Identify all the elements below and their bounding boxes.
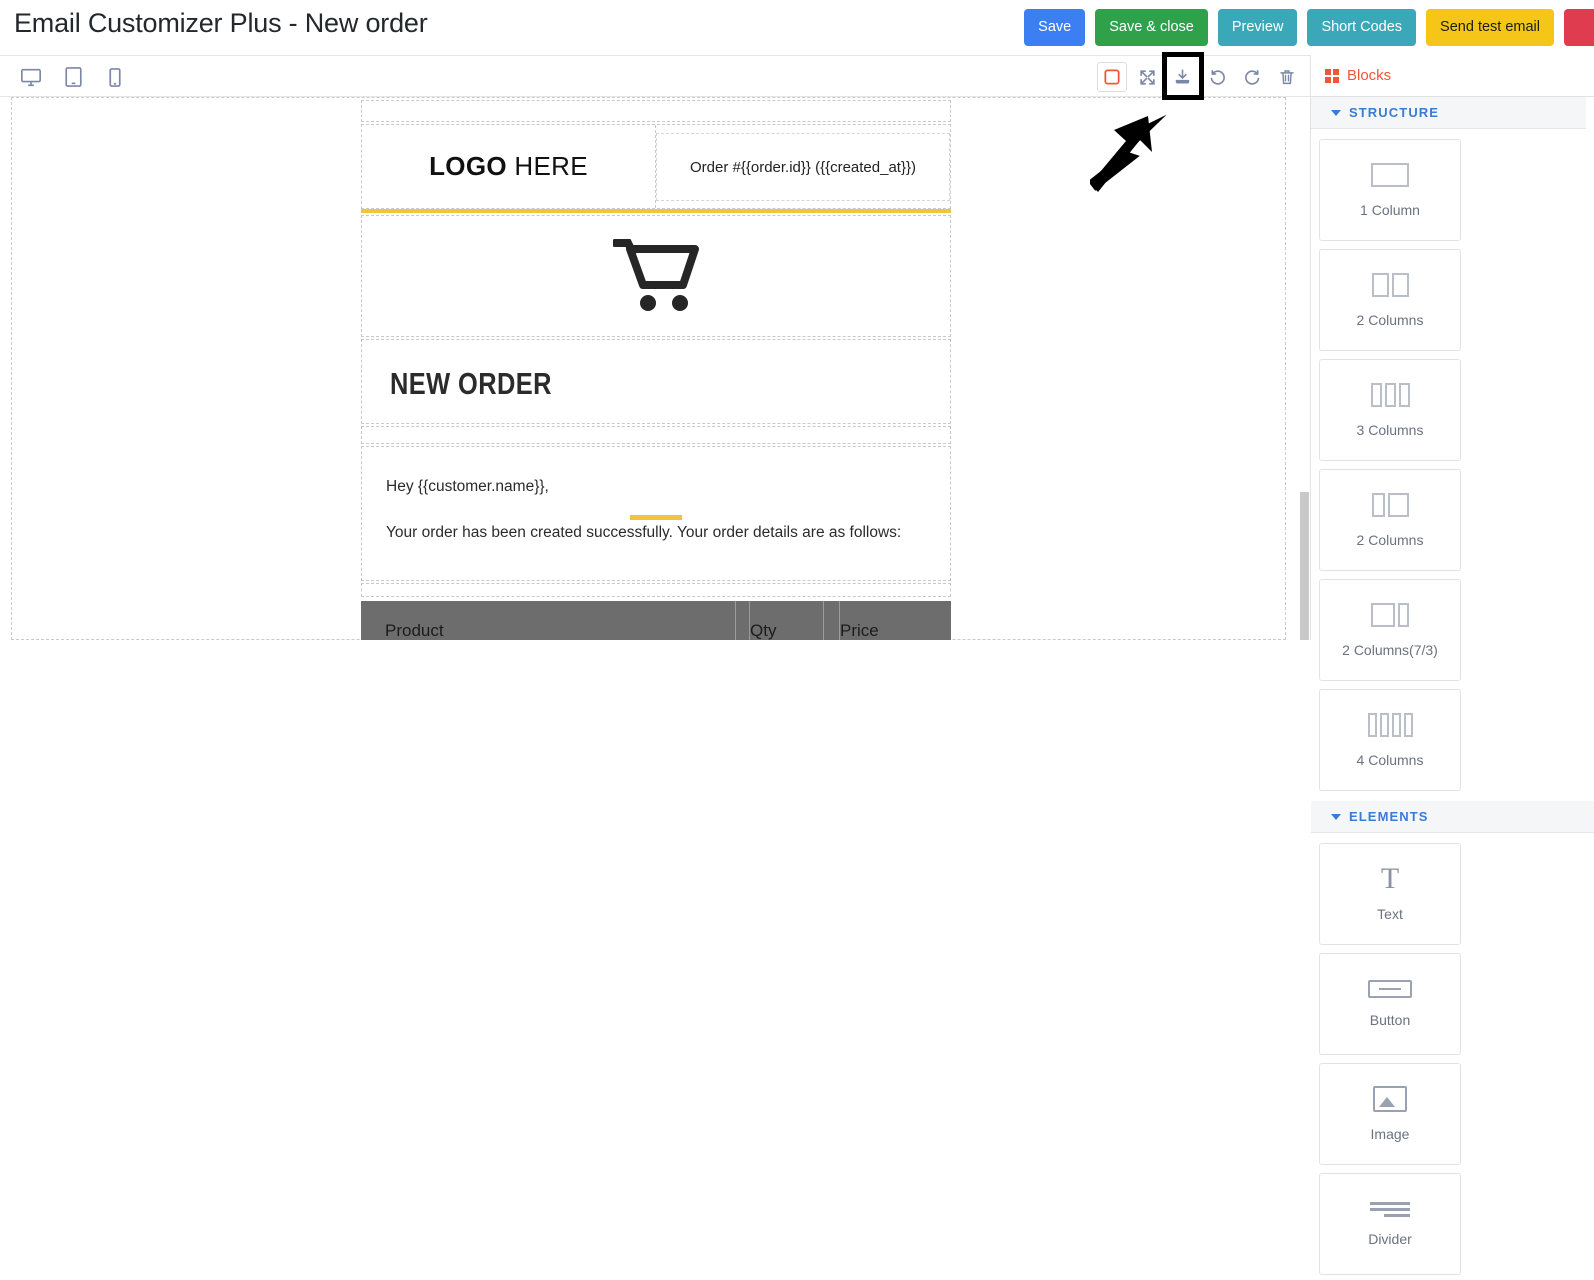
image-icon [1373,1086,1407,1112]
canvas-tools-group [1097,56,1302,98]
structure-tiles: 1 Column 2 Columns 3 Columns 2 Columns 2… [1311,129,1594,801]
elements-tiles: T Text Button Image Divider [1311,833,1594,1280]
order-meta-text: Order #{{order.id}} ({{created_at}}) [689,158,916,176]
table-header-product: Product [385,621,444,640]
block-tile-2-columns-alt[interactable]: 2 Columns [1319,469,1461,571]
reset-button[interactable] [1564,9,1594,46]
block-tile-label: 3 Columns [1356,422,1424,438]
tab-blocks-label: Blocks [1347,67,1392,84]
email-heading: NEW ORDER [390,366,552,401]
two-columns-73-icon [1371,602,1409,628]
canvas-scrollbar[interactable] [1300,97,1309,640]
block-tile-label: 4 Columns [1356,752,1424,768]
element-tile-label: Divider [1368,1230,1412,1247]
element-tile-image[interactable]: Image [1319,1063,1461,1165]
import-template-button[interactable] [1167,62,1197,92]
logo-cell[interactable]: LOGO HERE [362,125,656,208]
element-tile-label: Button [1369,1012,1411,1028]
block-tile-3-columns[interactable]: 3 Columns [1319,359,1461,461]
editor-toolbar [0,55,1310,97]
element-tile-divider[interactable]: Divider [1319,1173,1461,1275]
element-tile-text[interactable]: T Text [1319,843,1461,945]
block-tile-label: 2 Columns [1356,312,1424,328]
chevron-down-icon [1331,109,1341,116]
element-tile-label: Image [1370,1126,1410,1142]
chevron-down-icon [1331,813,1341,820]
block-tile-label: 1 Column [1360,202,1420,218]
block-heading-underline-row[interactable] [361,426,951,520]
greeting-line: Hey {{customer.name}}, [386,478,549,495]
panel-scrollbar[interactable] [1586,97,1594,640]
block-tile-2-columns[interactable]: 2 Columns [1319,249,1461,351]
grid-icon [1325,68,1339,83]
order-meta-cell[interactable]: Order #{{order.id}} ({{created_at}}) [656,133,950,201]
intro-line: Your order has been created successfully… [386,524,902,541]
block-body-spacer[interactable] [361,583,951,597]
text-icon: T [1380,862,1400,895]
one-column-icon [1371,162,1409,188]
table-header-price: Price [839,601,879,640]
block-tile-label: 2 Columns [1356,532,1424,548]
two-columns-icon [1371,272,1409,298]
body-text-inner: Hey {{customer.name}}, Your order has be… [386,477,926,543]
top-bar-actions: Save Save & close Preview Short Codes Se… [1024,9,1594,46]
block-tile-label: 2 Columns(7/3) [1342,642,1438,658]
block-tile-4-columns[interactable]: 4 Columns [1319,689,1461,791]
device-desktop-button[interactable] [16,62,46,92]
block-tile-2-columns-73[interactable]: 2 Columns(7/3) [1319,579,1461,681]
order-items-table-header[interactable]: Product Qty Price [361,601,951,640]
send-test-email-button[interactable]: Send test email [1426,9,1554,46]
canvas-scrollbar-thumb[interactable] [1300,492,1309,640]
table-header-qty: Qty [749,601,776,640]
tab-blocks[interactable]: Blocks [1311,55,1594,97]
device-tablet-button[interactable] [58,62,88,92]
email-canvas[interactable]: LOGO HERE Order #{{order.id}} ({{created… [0,97,1296,640]
page-title: Email Customizer Plus - New order [14,8,428,38]
blocks-panel: Blocks STRUCTURE 1 Column 2 Columns 3 Co… [1310,55,1594,1275]
logo-light: HERE [506,151,588,181]
device-mobile-button[interactable] [100,62,130,92]
section-structure-header[interactable]: STRUCTURE [1311,97,1594,129]
block-top-spacer[interactable] [361,100,951,122]
four-columns-icon [1367,712,1413,738]
two-columns-alt-icon [1371,492,1409,518]
save-button[interactable]: Save [1024,9,1086,46]
preview-button[interactable]: Preview [1217,9,1298,46]
short-codes-button[interactable]: Short Codes [1307,9,1417,46]
block-title[interactable]: NEW ORDER [361,339,951,424]
canvas-body[interactable]: LOGO HERE Order #{{order.id}} ({{created… [11,97,1286,640]
panel-scrollbar-thumb[interactable] [1586,97,1594,397]
element-tile-button[interactable]: Button [1319,953,1461,1055]
block-body-text[interactable]: Hey {{customer.name}}, Your order has be… [361,446,951,581]
logo-bold: LOGO [429,151,507,181]
accent-divider-bar [361,209,951,213]
section-elements-label: ELEMENTS [1349,809,1429,824]
toggle-borders-button[interactable] [1097,62,1127,92]
fullscreen-button[interactable] [1132,62,1162,92]
redo-button[interactable] [1237,62,1267,92]
block-tile-1-column[interactable]: 1 Column [1319,139,1461,241]
table-divider-2 [823,601,824,640]
email-template-column[interactable]: LOGO HERE Order #{{order.id}} ({{created… [361,98,951,640]
section-structure-label: STRUCTURE [1349,105,1440,120]
shopping-cart-icon [613,239,699,311]
undo-button[interactable] [1202,62,1232,92]
section-elements-header[interactable]: ELEMENTS [1311,801,1594,833]
logo-text: LOGO HERE [429,151,588,182]
device-preview-group [16,56,130,98]
clear-canvas-button[interactable] [1272,62,1302,92]
element-tile-label: Text [1377,906,1403,922]
three-columns-icon [1370,382,1410,408]
block-cart-icon[interactable] [361,215,951,337]
button-icon [1368,980,1412,998]
block-header-row[interactable]: LOGO HERE Order #{{order.id}} ({{created… [361,124,951,209]
save-and-close-button[interactable]: Save & close [1095,9,1208,46]
table-divider-1 [735,601,736,640]
top-bar: Email Customizer Plus - New order Save S… [0,0,1594,55]
lines-icon [1370,1201,1410,1217]
